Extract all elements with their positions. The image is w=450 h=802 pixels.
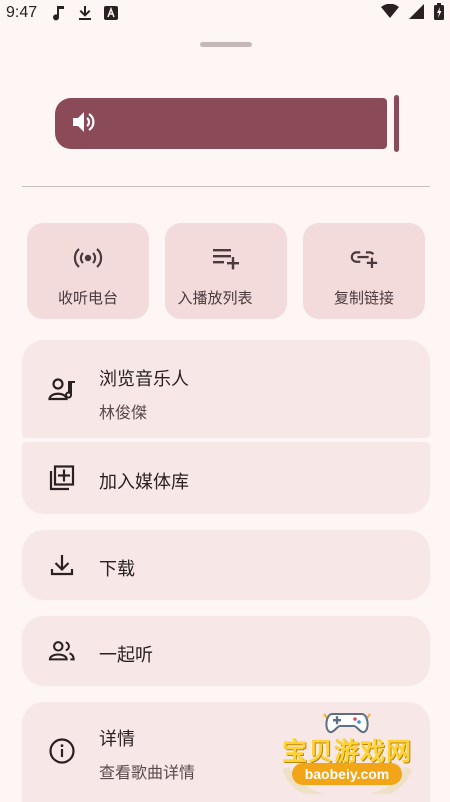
library-add-icon <box>48 464 76 492</box>
divider <box>22 186 430 187</box>
download-item[interactable]: 下载 <box>22 530 430 600</box>
listen-together-title: 一起听 <box>99 645 153 666</box>
radio-icon <box>73 245 103 271</box>
add-to-playlist-label: 入播放列表 <box>177 289 253 307</box>
add-to-playlist-button[interactable]: 入播放列表 <box>165 223 287 319</box>
signal-icon <box>409 3 424 23</box>
app-notification-icon <box>103 5 119 21</box>
download-title: 下载 <box>99 559 135 580</box>
volume-slider-thumb[interactable] <box>394 95 399 152</box>
music-note-icon <box>51 5 67 21</box>
info-icon <box>48 737 76 765</box>
status-time: 9:47 <box>6 4 38 21</box>
watermark-logo: 宝贝游戏网 baobeiy.com <box>272 708 422 794</box>
sheet-drag-handle[interactable] <box>200 42 252 47</box>
volume-slider-track[interactable] <box>55 98 387 149</box>
download-icon <box>48 551 76 579</box>
details-subtitle: 查看歌曲详情 <box>99 763 196 782</box>
volume-icon <box>71 110 97 138</box>
wifi-icon <box>381 3 399 22</box>
browse-artist-subtitle: 林俊傑 <box>99 403 148 422</box>
gamepad-icon <box>325 713 369 734</box>
download-icon <box>77 5 93 21</box>
battery-charging-icon <box>434 2 444 24</box>
start-radio-button[interactable]: 收听电台 <box>27 223 149 319</box>
browse-artist-item[interactable]: 浏览音乐人 林俊傑 <box>22 340 430 438</box>
browse-artist-title: 浏览音乐人 <box>99 369 189 390</box>
start-radio-label: 收听电台 <box>57 289 118 307</box>
listen-together-item[interactable]: 一起听 <box>22 616 430 686</box>
status-right <box>381 2 444 24</box>
quick-actions: 收听电台 入播放列表 复制链接 <box>27 223 425 319</box>
artist-icon <box>48 375 76 403</box>
copy-link-label: 复制链接 <box>333 289 394 307</box>
details-title: 详情 <box>99 729 135 750</box>
watermark-url: baobeiy.com <box>292 763 402 785</box>
people-icon <box>48 637 76 665</box>
copy-link-button[interactable]: 复制链接 <box>303 223 425 319</box>
add-to-library-item[interactable]: 加入媒体库 <box>22 442 430 514</box>
playlist-add-icon <box>211 245 241 271</box>
link-add-icon <box>349 245 379 271</box>
add-to-library-title: 加入媒体库 <box>99 472 189 493</box>
status-bar: 9:47 <box>0 0 450 26</box>
